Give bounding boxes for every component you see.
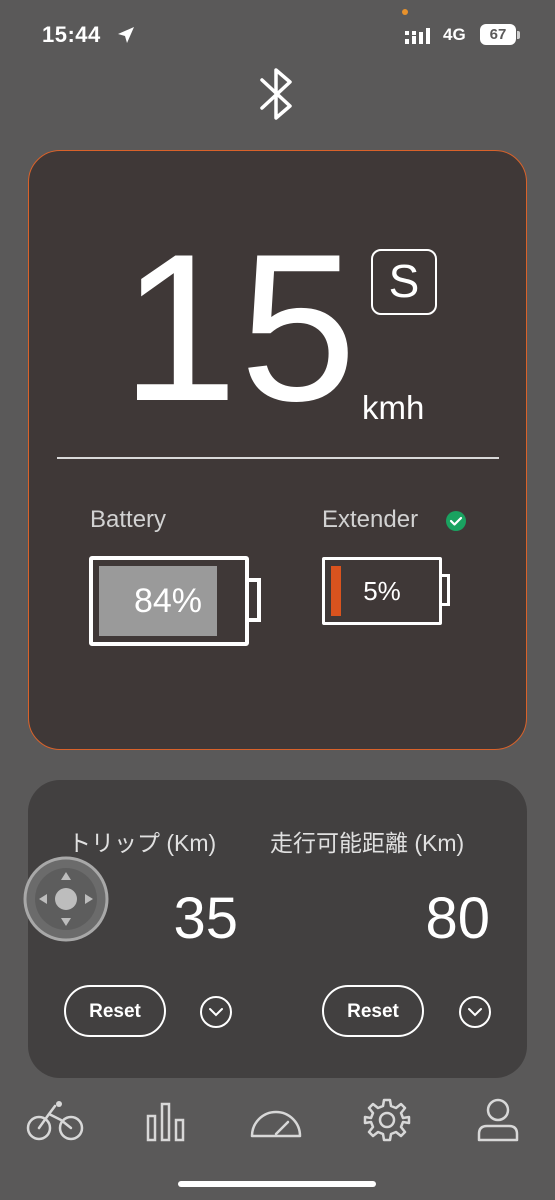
status-bar: 15:44 4G 67 — [0, 0, 555, 70]
extender-gauge-tip — [441, 574, 450, 606]
bike-icon[interactable] — [25, 1096, 85, 1144]
status-time: 15:44 — [42, 22, 101, 47]
home-indicator[interactable] — [178, 1181, 376, 1187]
speed-value: 15 — [121, 210, 359, 445]
check-circle-icon — [446, 511, 466, 531]
extender-percent: 5% — [363, 576, 401, 606]
extender-label: Extender — [322, 506, 419, 533]
trip-value: 35 — [173, 886, 238, 951]
bluetooth-icon[interactable] — [258, 64, 296, 124]
bar-chart-icon[interactable] — [136, 1096, 196, 1144]
divider — [57, 457, 499, 459]
chevron-down-icon — [209, 1008, 223, 1017]
range-value: 80 — [425, 886, 490, 951]
speedometer-icon[interactable] — [246, 1096, 306, 1144]
speed-card: 15 S kmh Battery 84% Extender 5% — [28, 150, 527, 750]
profile-icon[interactable] — [468, 1096, 528, 1144]
gear-icon[interactable] — [357, 1096, 417, 1144]
speed-unit: kmh — [362, 389, 425, 426]
range-label: 走行可能距離 (Km) — [270, 830, 465, 856]
mode-badge[interactable]: S — [371, 249, 437, 315]
trip-reset-button[interactable]: Reset — [64, 985, 166, 1037]
trip-label: トリップ (Km) — [68, 830, 217, 856]
network-type: 4G — [443, 25, 466, 44]
status-battery-tip — [517, 31, 520, 39]
extender-gauge: 5% — [322, 557, 442, 625]
battery-percent: 84% — [133, 582, 203, 620]
battery-gauge: 84% — [89, 556, 249, 646]
status-battery: 67 — [480, 24, 516, 45]
bottom-nav — [0, 1090, 555, 1150]
privacy-indicator-dot — [402, 9, 408, 15]
trip-expand-button[interactable] — [200, 996, 232, 1028]
battery-label: Battery — [90, 506, 167, 533]
signal-icon — [405, 28, 430, 44]
location-arrow-icon — [118, 27, 134, 43]
chevron-down-icon — [468, 1008, 482, 1017]
battery-gauge-tip — [248, 578, 261, 622]
range-reset-button[interactable]: Reset — [322, 985, 424, 1037]
range-expand-button[interactable] — [459, 996, 491, 1028]
joystick-icon[interactable] — [23, 856, 109, 942]
